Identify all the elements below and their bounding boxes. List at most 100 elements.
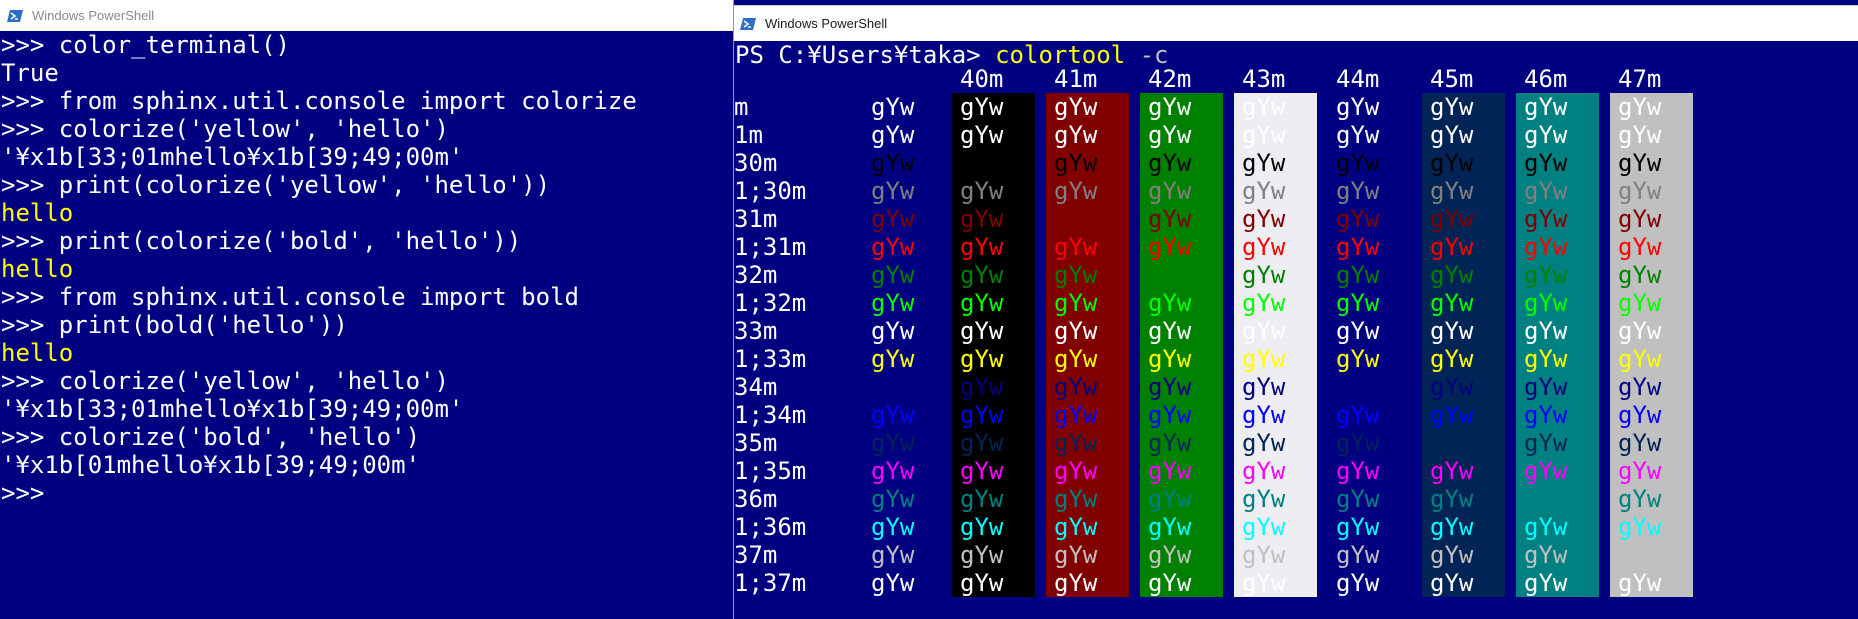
sample-cell: gYw	[1524, 205, 1568, 233]
sample-cell: gYw	[1430, 233, 1474, 261]
sample-cell: gYw	[1148, 429, 1192, 457]
sample-cell: gYw	[1524, 317, 1568, 345]
terminal-line: True	[1, 59, 59, 87]
powershell-icon	[7, 9, 23, 22]
sample-cell: gYw	[1148, 289, 1192, 317]
row-label: 32m	[734, 261, 778, 289]
sample-cell: gYw	[1148, 93, 1192, 121]
sample-cell: gYw	[871, 261, 915, 289]
right-title-bar[interactable]: Windows PowerShell	[734, 5, 1858, 41]
sample-cell: gYw	[1242, 177, 1286, 205]
terminal-line: >>> from sphinx.util.console import bold	[1, 283, 579, 311]
sample-cell: gYw	[960, 373, 1004, 401]
sample-cell: gYw	[1148, 401, 1192, 429]
sample-cell: gYw	[871, 233, 915, 261]
terminal-line: >>> print(colorize('yellow', 'hello'))	[1, 171, 551, 199]
sample-cell: gYw	[1524, 121, 1568, 149]
sample-cell: gYw	[1054, 177, 1098, 205]
sample-cell: gYw	[1242, 457, 1286, 485]
right-terminal-output[interactable]: PS C:¥Users¥taka> colortool -c 40m 41m 42m…	[734, 41, 1858, 619]
sample-cell: gYw	[1148, 233, 1192, 261]
row-label: 30m	[734, 149, 778, 177]
sample-cell: gYw	[1618, 233, 1662, 261]
sample-cell: gYw	[871, 177, 915, 205]
sample-cell: gYw	[1524, 177, 1568, 205]
terminal-line: >>> colorize('yellow', 'hello')	[1, 115, 449, 143]
sample-cell: gYw	[871, 149, 915, 177]
sample-cell: gYw	[1054, 345, 1098, 373]
sample-cell: gYw	[1430, 149, 1474, 177]
sample-cell: gYw	[1618, 317, 1662, 345]
sample-cell: gYw	[1524, 93, 1568, 121]
sample-cell: gYw	[1242, 485, 1286, 513]
left-title-bar[interactable]: Windows PowerShell	[0, 0, 733, 31]
sample-cell: gYw	[1054, 401, 1098, 429]
sample-cell: gYw	[1242, 121, 1286, 149]
column-header: 44m	[1336, 65, 1380, 93]
sample-cell: gYw	[1242, 429, 1286, 457]
sample-cell: gYw	[1618, 429, 1662, 457]
row-label: 31m	[734, 205, 778, 233]
column-header: 40m	[960, 65, 1004, 93]
left-terminal-output[interactable]: >>> color_terminal() True >>> from sphinx.…	[0, 31, 733, 619]
sample-cell: gYw	[1430, 289, 1474, 317]
sample-cell: gYw	[960, 345, 1004, 373]
row-label: 1;35m	[734, 457, 807, 485]
sample-cell: gYw	[1336, 261, 1380, 289]
sample-cell: gYw	[1336, 373, 1380, 401]
sample-cell: gYw	[960, 513, 1004, 541]
sample-cell: gYw	[1148, 345, 1192, 373]
sample-cell: gYw	[1618, 373, 1662, 401]
sample-cell: gYw	[1430, 317, 1474, 345]
row-label: 1m	[734, 121, 763, 149]
sample-cell: gYw	[1618, 401, 1662, 429]
sample-cell: gYw	[1054, 121, 1098, 149]
row-label: m	[734, 93, 749, 121]
column-header: 42m	[1148, 65, 1192, 93]
sample-cell: gYw	[960, 93, 1004, 121]
sample-cell: gYw	[1148, 569, 1192, 597]
sample-cell: gYw	[960, 429, 1004, 457]
sample-cell: gYw	[1054, 485, 1098, 513]
sample-cell: gYw	[1054, 569, 1098, 597]
sample-cell: gYw	[960, 233, 1004, 261]
sample-cell: gYw	[1336, 121, 1380, 149]
sample-cell: gYw	[1524, 457, 1568, 485]
sample-cell: gYw	[1148, 317, 1192, 345]
sample-cell: gYw	[871, 121, 915, 149]
sample-cell: gYw	[1336, 233, 1380, 261]
sample-cell: gYw	[1524, 541, 1568, 569]
sample-cell: gYw	[1430, 345, 1474, 373]
terminal-line: '¥x1b[33;01mhello¥x1b[39;49;00m'	[1, 143, 464, 171]
row-label: 1;30m	[734, 177, 807, 205]
sample-cell: gYw	[1148, 541, 1192, 569]
sample-cell: gYw	[960, 177, 1004, 205]
sample-cell: gYw	[1618, 261, 1662, 289]
sample-cell: gYw	[1618, 513, 1662, 541]
sample-cell: gYw	[1148, 513, 1192, 541]
sample-cell: gYw	[1336, 513, 1380, 541]
sample-cell: gYw	[960, 289, 1004, 317]
sample-cell: gYw	[1618, 289, 1662, 317]
sample-cell: gYw	[871, 205, 915, 233]
right-powershell-window[interactable]: Windows PowerShell PS C:¥Users¥taka> col…	[733, 0, 1858, 619]
sample-cell: gYw	[1242, 373, 1286, 401]
terminal-line: hello	[1, 199, 74, 227]
sample-cell: gYw	[1524, 373, 1568, 401]
left-powershell-window[interactable]: Windows PowerShell >>> color_terminal() T…	[0, 0, 733, 619]
sample-cell: gYw	[1524, 485, 1568, 513]
sample-cell: gYw	[1148, 121, 1192, 149]
column-header: 46m	[1524, 65, 1568, 93]
sample-cell: gYw	[1618, 177, 1662, 205]
sample-cell: gYw	[1054, 205, 1098, 233]
sample-cell: gYw	[1524, 261, 1568, 289]
sample-cell: gYw	[1242, 205, 1286, 233]
sample-cell: gYw	[960, 205, 1004, 233]
terminal-line: >>> from sphinx.util.console import colo…	[1, 87, 637, 115]
row-label: 1;37m	[734, 569, 807, 597]
sample-cell: gYw	[1336, 345, 1380, 373]
terminal-line: >>> print(bold('hello'))	[1, 311, 348, 339]
sample-cell: gYw	[1524, 401, 1568, 429]
sample-cell: gYw	[1336, 289, 1380, 317]
sample-cell: gYw	[1618, 205, 1662, 233]
